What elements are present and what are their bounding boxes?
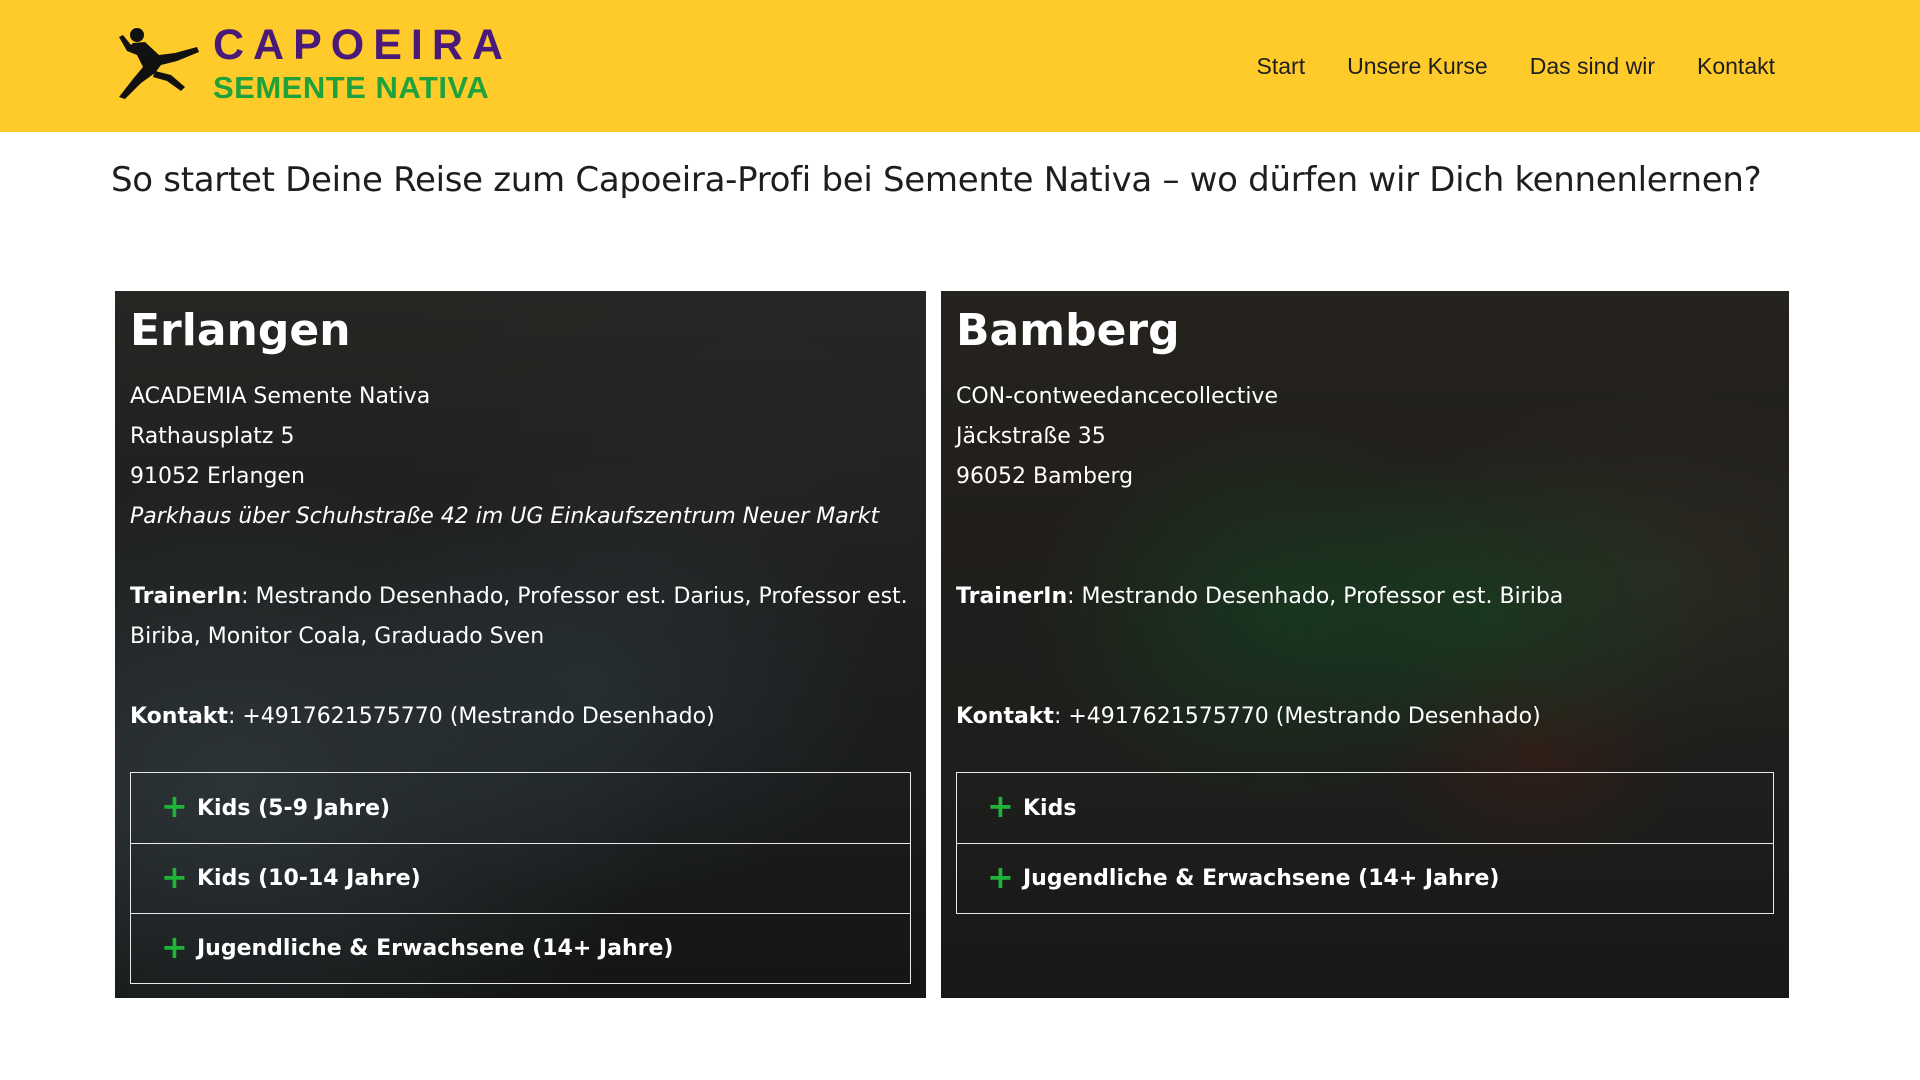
plus-icon: +	[987, 787, 1014, 825]
venue-name: ACADEMIA Semente Nativa	[130, 384, 431, 409]
parking-note: Parkhaus über Schuhstraße 42 im UG Einka…	[130, 504, 880, 529]
accordion-label: Kids (10-14 Jahre)	[197, 866, 421, 891]
course-accordion: + Kids + Jugendliche & Erwachsene (14+ J…	[956, 772, 1774, 914]
accordion-label: Jugendliche & Erwachsene (14+ Jahre)	[1023, 866, 1500, 891]
trainer-label: TrainerIn	[130, 584, 242, 609]
main-nav: Start Unsere Kurse Das sind wir Kontakt	[1257, 0, 1775, 132]
trainer-names: : Mestrando Desenhado, Professor est. Bi…	[1067, 584, 1564, 609]
zip-city: 91052 Erlangen	[130, 464, 305, 489]
plus-icon: +	[987, 857, 1014, 896]
location-title: Bamberg	[956, 305, 1180, 356]
card-content: Bamberg CON-contweedancecollective Jäcks…	[956, 301, 1774, 737]
accordion-item[interactable]: + Kids (10-14 Jahre)	[131, 843, 910, 913]
nav-kontakt[interactable]: Kontakt	[1697, 53, 1775, 80]
course-accordion: + Kids (5-9 Jahre) + Kids (10-14 Jahre) …	[130, 772, 911, 984]
accordion-label: Jugendliche & Erwachsene (14+ Jahre)	[197, 936, 674, 961]
contact-label: Kontakt	[956, 704, 1054, 729]
contact-line: Kontakt: +4917621575770 (Mestrando Desen…	[130, 697, 911, 737]
nav-unsere-kurse[interactable]: Unsere Kurse	[1347, 53, 1488, 80]
accordion-item[interactable]: + Jugendliche & Erwachsene (14+ Jahre)	[131, 913, 910, 983]
trainer-line: TrainerIn: Mestrando Desenhado, Professo…	[956, 577, 1774, 617]
location-title: Erlangen	[130, 305, 351, 356]
trainer-line: TrainerIn: Mestrando Desenhado, Professo…	[130, 577, 911, 617]
page-heading: So startet Deine Reise zum Capoeira-Prof…	[111, 160, 1762, 200]
address-block: CON-contweedancecollective Jäckstraße 35…	[956, 377, 1774, 737]
site-logo[interactable]: CAPOEIRA SEMENTE NATIVA	[115, 20, 512, 110]
nav-start[interactable]: Start	[1257, 53, 1306, 80]
address-block: ACADEMIA Semente Nativa Rathausplatz 5 9…	[130, 377, 911, 737]
card-content: Erlangen ACADEMIA Semente Nativa Rathaus…	[130, 301, 911, 737]
street-address: Rathausplatz 5	[130, 424, 295, 449]
accordion-label: Kids (5-9 Jahre)	[197, 795, 391, 821]
nav-das-sind-wir[interactable]: Das sind wir	[1530, 53, 1655, 80]
accordion-label: Kids	[1023, 795, 1077, 821]
location-card-erlangen: Erlangen ACADEMIA Semente Nativa Rathaus…	[115, 291, 926, 998]
trainer-names: : Mestrando Desenhado, Professor est. Da…	[241, 584, 908, 609]
site-header: CAPOEIRA SEMENTE NATIVA Start Unsere Kur…	[0, 0, 1920, 132]
trainer-label: TrainerIn	[956, 584, 1068, 609]
location-card-bamberg: Bamberg CON-contweedancecollective Jäcks…	[941, 291, 1789, 998]
accordion-item[interactable]: + Kids	[957, 773, 1773, 843]
trainer-line-continued: Biriba, Monitor Coala, Graduado Sven	[130, 624, 545, 649]
logo-text: CAPOEIRA SEMENTE NATIVA	[213, 22, 512, 108]
zip-city: 96052 Bamberg	[956, 464, 1134, 489]
plus-icon: +	[161, 787, 188, 825]
plus-icon: +	[161, 857, 188, 896]
venue-name: CON-contweedancecollective	[956, 384, 1278, 409]
accordion-item[interactable]: + Jugendliche & Erwachsene (14+ Jahre)	[957, 843, 1773, 913]
capoeira-figure-icon	[119, 28, 199, 99]
contact-line: Kontakt: +4917621575770 (Mestrando Desen…	[956, 697, 1774, 737]
logo-subtitle: SEMENTE NATIVA	[213, 70, 490, 105]
logo-title: CAPOEIRA	[213, 21, 512, 69]
plus-icon: +	[161, 927, 188, 966]
contact-label: Kontakt	[130, 704, 228, 729]
contact-phone: : +4917621575770 (Mestrando Desenhado)	[1053, 704, 1541, 729]
street-address: Jäckstraße 35	[956, 424, 1106, 449]
accordion-item[interactable]: + Kids (5-9 Jahre)	[131, 773, 910, 843]
contact-phone: : +4917621575770 (Mestrando Desenhado)	[227, 704, 715, 729]
